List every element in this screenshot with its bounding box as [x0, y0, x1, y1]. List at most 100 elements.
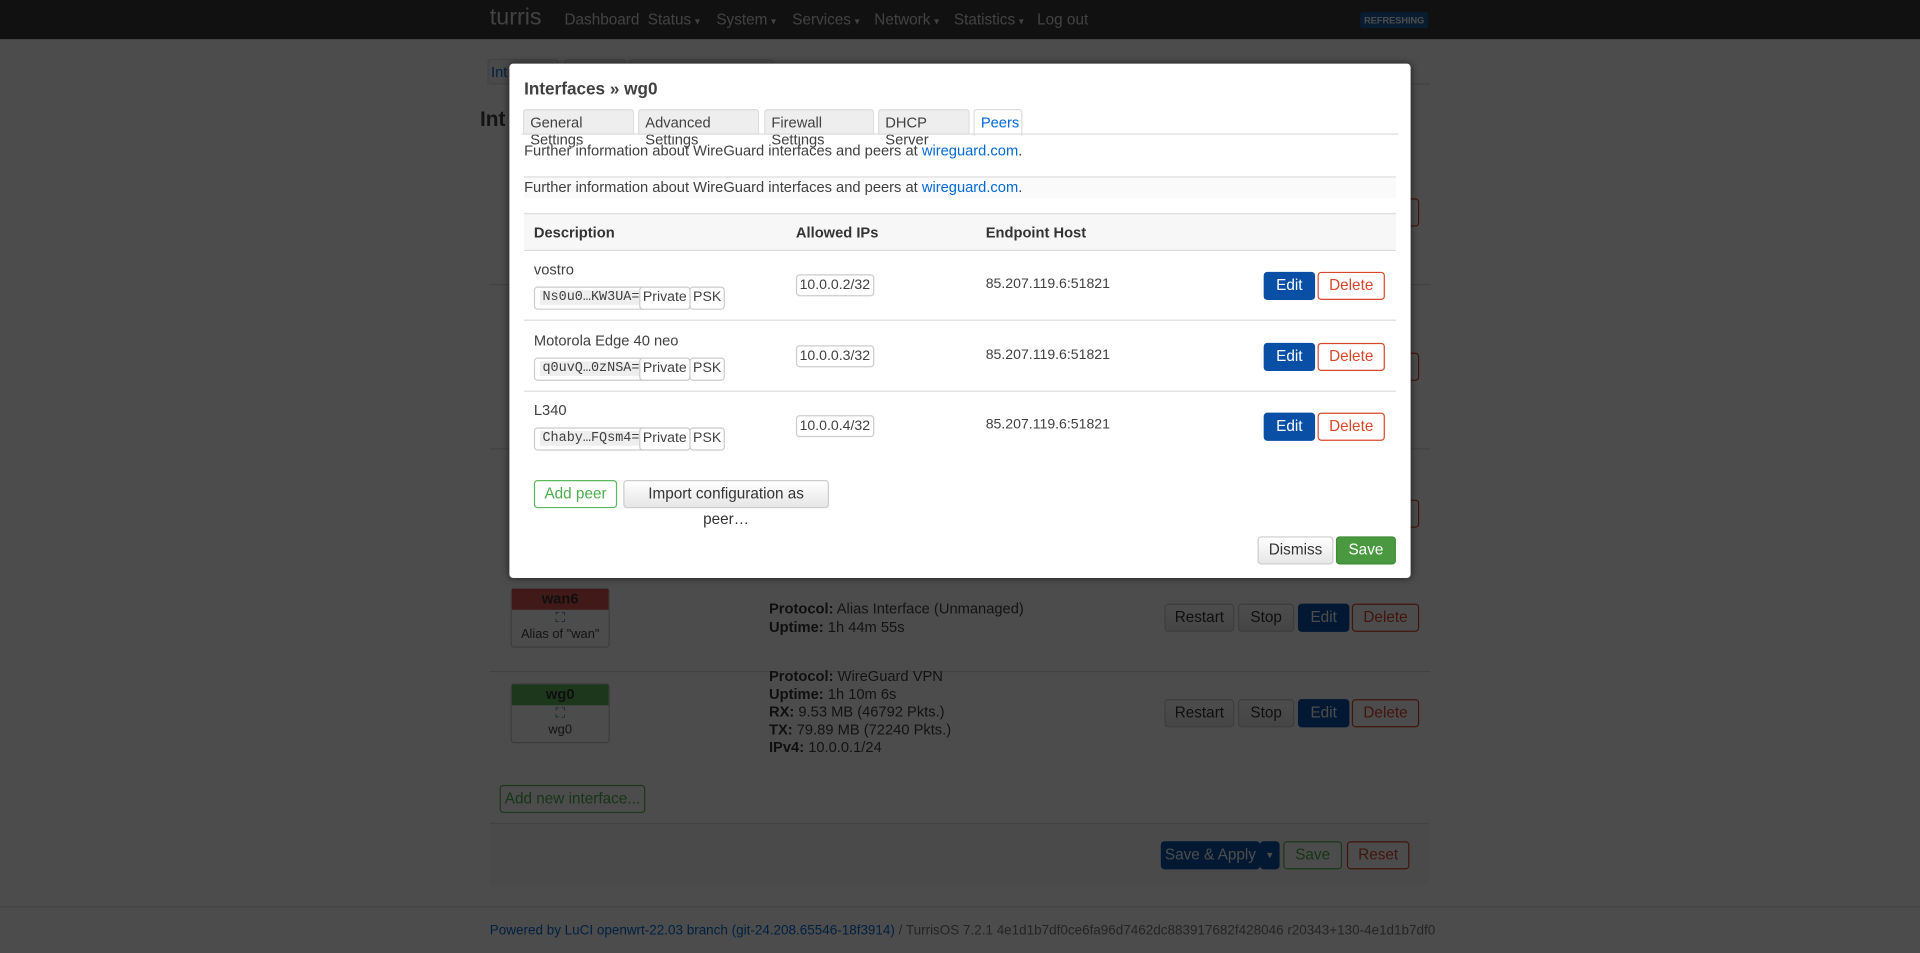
page-title: Int	[480, 107, 506, 132]
peer-row: vostro Ns0u0…KW3UA= Private PSK 10.0.0.2…	[524, 250, 1396, 321]
info-end: .	[1018, 142, 1023, 160]
delete-button[interactable]: Delete	[1351, 603, 1420, 632]
peers-table-header: Description Allowed IPs Endpoint Host	[524, 213, 1396, 252]
info-text: Further information about WireGuard inte…	[524, 178, 922, 196]
dismiss-button[interactable]: Dismiss	[1257, 536, 1334, 565]
screen: turris Dashboard Status ▾ System ▾ Service…	[0, 0, 1920, 953]
page-save-button[interactable]: Save	[1283, 841, 1343, 870]
delete-button[interactable]: Delete	[1351, 699, 1420, 728]
info-value: Alias Interface (Unmanaged)	[836, 600, 1024, 618]
col-endpoint-host: Endpoint Host	[985, 224, 1087, 242]
public-key-badge: Ns0u0…KW3UA=	[533, 286, 649, 310]
caret-down-icon: ▾	[1018, 15, 1024, 27]
edit-peer-button[interactable]: Edit	[1263, 271, 1316, 301]
col-allowed-ips: Allowed IPs	[795, 224, 879, 242]
nav-network[interactable]: Network ▾	[874, 11, 939, 28]
public-key: Ns0u0…KW3UA=	[540, 290, 642, 305]
delete-peer-button[interactable]: Delete	[1317, 342, 1385, 371]
refreshing-badge[interactable]: REFRESHING	[1360, 12, 1428, 29]
tab-firewall-settings[interactable]: Firewall Settings	[764, 108, 875, 148]
brand-logo[interactable]: turris	[490, 5, 542, 32]
tab-dhcp-server[interactable]: DHCP Server	[877, 108, 970, 148]
endpoint-host: 85.207.119.6:51821	[985, 417, 1110, 433]
stop-button[interactable]: Stop	[1237, 603, 1295, 632]
peer-name: L340	[533, 401, 567, 419]
nav-status[interactable]: Status ▾	[648, 11, 700, 28]
private-key-badge: Private	[639, 427, 691, 451]
peer-name: Motorola Edge 40 neo	[533, 331, 679, 349]
nav-label: Services	[792, 11, 851, 29]
delete-peer-button[interactable]: Delete	[1317, 271, 1385, 301]
delete-peer-button[interactable]: Delete	[1317, 412, 1385, 441]
luci-link[interactable]: Powered by LuCI openwrt-22.03 branch (gi…	[490, 923, 895, 938]
info-label: IPv4:	[768, 738, 805, 756]
interface-name: wan6	[511, 588, 609, 610]
interface-device: Alias of "wan"	[520, 626, 600, 642]
section-scrolled: Further information about WireGuard inte…	[524, 176, 1396, 199]
info-value: 1h 44m 55s	[827, 617, 905, 636]
edit-peer-button[interactable]: Edit	[1263, 342, 1316, 371]
info-label: RX:	[768, 703, 795, 721]
row-divider	[489, 671, 1431, 673]
nav-label: System	[716, 11, 768, 29]
info-value: 79.89 MB (72240 Pkts.)	[796, 720, 952, 739]
public-key-badge: q0uvQ…0zNSA=	[533, 356, 649, 381]
peer-row: Motorola Edge 40 neo q0uvQ…0zNSA= Privat…	[524, 320, 1396, 392]
footer-divider	[0, 906, 1920, 908]
restart-button[interactable]: Restart	[1164, 603, 1235, 632]
caret-down-icon: ▾	[934, 15, 940, 27]
edit-button[interactable]: Edit	[1297, 603, 1350, 632]
public-key: q0uvQ…0zNSA=	[540, 360, 642, 375]
psk-badge: PSK	[689, 356, 725, 381]
wireguard-link[interactable]: wireguard.com	[922, 179, 1018, 196]
nav-label: Network	[874, 11, 931, 29]
wireguard-info-partial: Further information about WireGuard inte…	[524, 179, 1022, 196]
peer-row: L340 Chaby…FQsm4= Private PSK 10.0.0.4/3…	[524, 391, 1396, 462]
nav-label: Statistics	[953, 11, 1016, 29]
interface-info-wan6: Protocol: Alias Interface (Unmanaged) Up…	[769, 600, 1024, 636]
save-apply-dropdown[interactable]: ▾	[1260, 841, 1280, 870]
add-new-interface-button[interactable]: Add new interface...	[499, 784, 646, 814]
psk-badge: PSK	[689, 427, 725, 451]
interface-info-wg0: Protocol: WireGuard VPN Uptime: 1h 10m 6…	[769, 667, 951, 756]
info-label: Protocol:	[768, 600, 834, 618]
private-key-badge: Private	[639, 356, 691, 381]
import-peer-button[interactable]: Import configuration as peer…	[623, 480, 829, 528]
nav-services[interactable]: Services ▾	[792, 11, 859, 28]
stop-button[interactable]: Stop	[1237, 699, 1295, 728]
col-description: Description	[533, 224, 615, 242]
info-label: Protocol:	[768, 667, 834, 685]
wireguard-link[interactable]: wireguard.com	[922, 142, 1018, 159]
public-key-badge: Chaby…FQsm4=	[533, 427, 649, 451]
caret-down-icon: ▾	[694, 15, 700, 27]
reset-button[interactable]: Reset	[1346, 841, 1410, 870]
info-label: TX:	[768, 720, 793, 739]
nav-logout[interactable]: Log out	[1037, 11, 1088, 28]
info-value: 9.53 MB (46792 Pkts.)	[798, 703, 945, 721]
nav-statistics[interactable]: Statistics ▾	[954, 11, 1024, 28]
footer-version: / TurrisOS 7.2.1 4e1d1b7df0ce6fa96d7462d…	[894, 923, 1436, 938]
caret-down-icon: ▾	[1267, 848, 1273, 861]
nav-system[interactable]: System ▾	[716, 11, 776, 28]
tab-general-settings[interactable]: General Settings	[522, 108, 635, 148]
modal-save-button[interactable]: Save	[1335, 536, 1396, 565]
allowed-ip-badge: 10.0.0.4/32	[795, 415, 874, 438]
nav-dashboard[interactable]: Dashboard	[564, 11, 639, 28]
save-apply-button[interactable]: Save & Apply	[1160, 841, 1261, 870]
info-value: WireGuard VPN	[837, 667, 943, 685]
tab-peers[interactable]: Peers	[973, 108, 1023, 136]
info-label: Uptime:	[768, 617, 824, 636]
edit-button[interactable]: Edit	[1297, 699, 1350, 728]
footer: Powered by LuCI openwrt-22.03 branch (gi…	[490, 923, 1435, 938]
modal-title: Interfaces » wg0	[524, 78, 658, 98]
add-peer-button[interactable]: Add peer	[533, 480, 618, 509]
info-end: .	[1018, 178, 1023, 196]
ethernet-port-icon: ⛶	[555, 706, 565, 722]
info-value: 1h 10m 6s	[827, 685, 897, 703]
edit-peer-button[interactable]: Edit	[1263, 412, 1316, 441]
caret-down-icon: ▾	[854, 15, 860, 27]
allowed-ip-badge: 10.0.0.2/32	[795, 274, 874, 297]
tab-advanced-settings[interactable]: Advanced Settings	[637, 108, 760, 148]
restart-button[interactable]: Restart	[1164, 699, 1235, 728]
interface-device: wg0	[548, 722, 572, 738]
